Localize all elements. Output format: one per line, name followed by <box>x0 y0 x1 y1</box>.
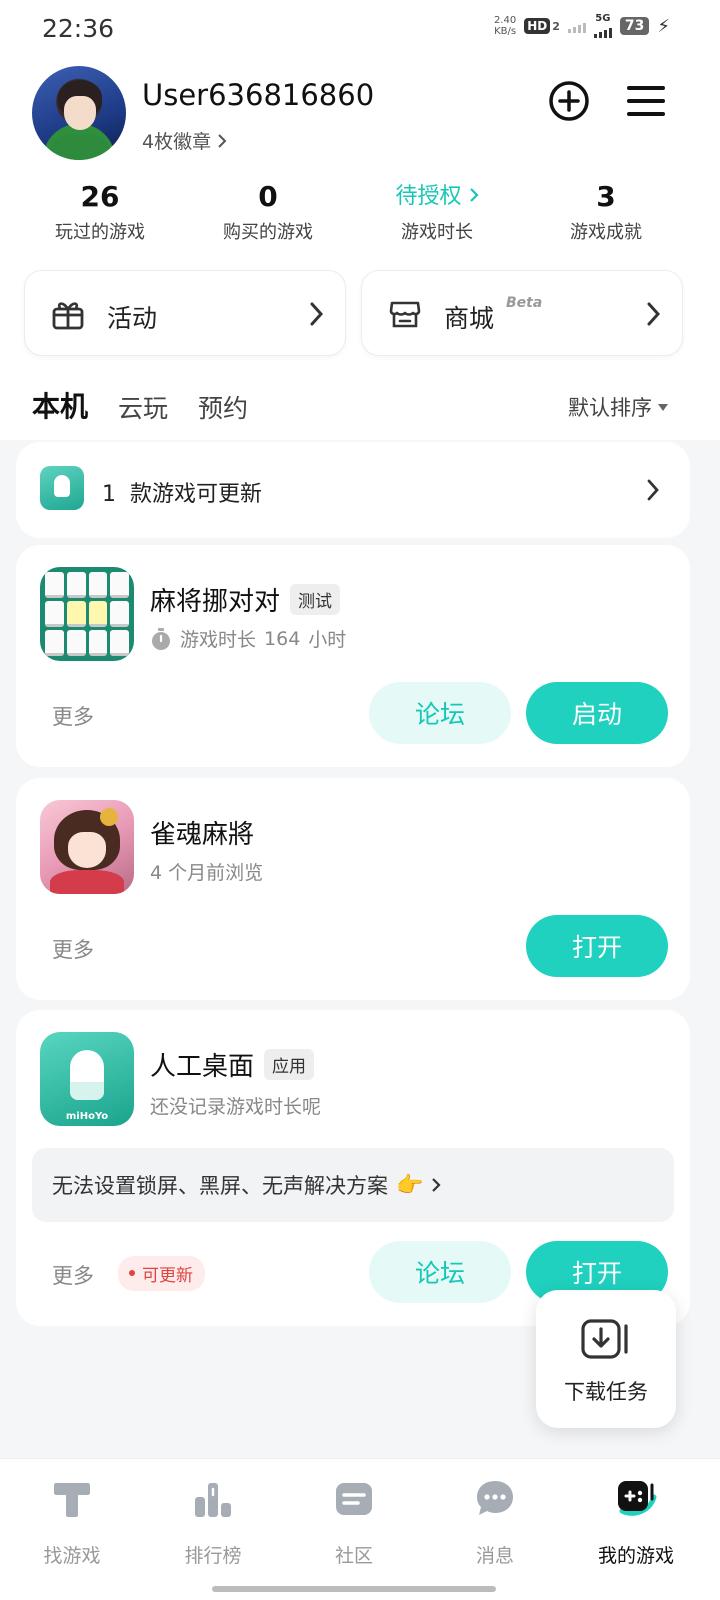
badges-link[interactable]: 4枚徽章 <box>142 127 227 154</box>
tab-local[interactable]: 本机 <box>29 385 91 429</box>
gift-icon <box>52 302 84 330</box>
app-tag: 应用 <box>264 1049 315 1080</box>
chevron-right-icon <box>469 188 479 202</box>
username[interactable]: User636816860 <box>142 78 374 112</box>
status-bar: 22:36 2.40 KB/s HD 2 5G 73 ⚡ <box>0 0 720 58</box>
menu-icon[interactable] <box>626 84 666 118</box>
stat-achievements[interactable]: 3 游戏成就 <box>521 180 691 244</box>
messages-icon <box>477 1481 513 1515</box>
game-card-majsoul: 雀魂麻將 4 个月前浏览 更多 打开 <box>16 778 690 1000</box>
nav-messages[interactable]: 消息 <box>423 1477 567 1568</box>
activity-entry[interactable]: 活动 <box>24 270 346 356</box>
launch-button[interactable]: 启动 <box>526 682 668 744</box>
game-title[interactable]: 人工桌面 <box>150 1046 254 1083</box>
update-available-badge: 可更新 <box>118 1256 205 1291</box>
game-title[interactable]: 麻将挪对对 <box>150 581 280 618</box>
more-button[interactable]: 更多 <box>52 934 94 964</box>
stat-play-time[interactable]: 待授权 游戏时长 <box>352 180 522 244</box>
hd-voice-icon: HD <box>524 18 551 34</box>
net-speed: 2.40 KB/s <box>493 15 517 37</box>
chevron-right-icon <box>310 302 324 326</box>
signal-5g-icon: 5G <box>593 14 612 38</box>
solution-notice[interactable]: 无法设置锁屏、黑屏、无声解决方案 👉 <box>32 1148 674 1222</box>
status-time: 22:36 <box>42 14 115 43</box>
app-update-icon <box>40 466 84 510</box>
tab-reserve[interactable]: 预约 <box>198 389 248 433</box>
store-entry[interactable]: 商城 Beta <box>361 270 683 356</box>
update-banner[interactable]: 1 款游戏可更新 <box>16 442 690 538</box>
nav-find-games[interactable]: 找游戏 <box>0 1477 144 1568</box>
open-button[interactable]: 打开 <box>526 915 668 977</box>
stats-row: 26 玩过的游戏 0 购买的游戏 待授权 游戏时长 3 游戏成就 <box>0 180 720 250</box>
nav-rankings[interactable]: 排行榜 <box>141 1477 285 1568</box>
nav-community[interactable]: 社区 <box>282 1477 426 1568</box>
more-button[interactable]: 更多 <box>52 1260 94 1290</box>
mihoyo-logo: miHoYo <box>65 1111 109 1122</box>
more-button[interactable]: 更多 <box>52 701 94 731</box>
stopwatch-icon <box>152 627 170 650</box>
status-icons: 2.40 KB/s HD 2 5G 73 ⚡ <box>494 14 670 38</box>
caret-down-icon <box>658 403 668 411</box>
charging-icon: ⚡ <box>657 15 670 37</box>
forum-button[interactable]: 论坛 <box>369 1241 511 1303</box>
download-icon <box>581 1319 628 1359</box>
stat-purchased-games[interactable]: 0 购买的游戏 <box>183 180 353 244</box>
signal-1-icon <box>567 19 586 33</box>
nav-my-games[interactable]: 我的游戏 <box>564 1477 708 1568</box>
chevron-right-icon <box>647 479 659 501</box>
game-card-ai-desktop: miHoYo 人工桌面 应用 还没记录游戏时长呢 无法设置锁屏、黑屏、无声解决方… <box>16 1010 690 1326</box>
ai-desktop-app-icon[interactable]: miHoYo <box>40 1032 134 1126</box>
avatar[interactable] <box>32 66 126 160</box>
store-icon <box>389 301 421 328</box>
game-tabs: 本机 云玩 预约 <box>29 385 248 429</box>
my-games-icon <box>618 1481 657 1516</box>
pointing-hand-icon: 👉 <box>396 1172 424 1198</box>
download-tasks-button[interactable]: 下载任务 <box>536 1290 676 1428</box>
home-indicator <box>212 1586 496 1592</box>
majsoul-game-icon[interactable] <box>40 800 134 894</box>
find-games-icon <box>54 1483 90 1517</box>
stat-played-games[interactable]: 26 玩过的游戏 <box>15 180 185 244</box>
bottom-nav: 找游戏 排行榜 社区 消息 我的游戏 <box>0 1458 720 1600</box>
chevron-right-icon <box>218 133 227 148</box>
hd-sub: 2 <box>552 19 560 33</box>
game-card-mahjong: 麻将挪对对 测试 游戏时长 164 小时 更多 论坛 启动 <box>16 545 690 767</box>
game-title[interactable]: 雀魂麻將 <box>150 814 254 851</box>
community-icon <box>336 1483 372 1515</box>
rankings-icon <box>195 1483 231 1517</box>
test-tag: 测试 <box>290 584 341 615</box>
forum-button[interactable]: 论坛 <box>369 682 511 744</box>
chevron-right-icon <box>432 1178 441 1192</box>
tab-cloud[interactable]: 云玩 <box>118 389 168 433</box>
chevron-right-icon <box>647 302 661 326</box>
sort-dropdown[interactable]: 默认排序 <box>568 392 668 422</box>
add-circle-icon[interactable] <box>548 80 590 122</box>
battery-icon: 73 <box>619 17 650 35</box>
mahjong-game-icon[interactable] <box>40 567 134 661</box>
